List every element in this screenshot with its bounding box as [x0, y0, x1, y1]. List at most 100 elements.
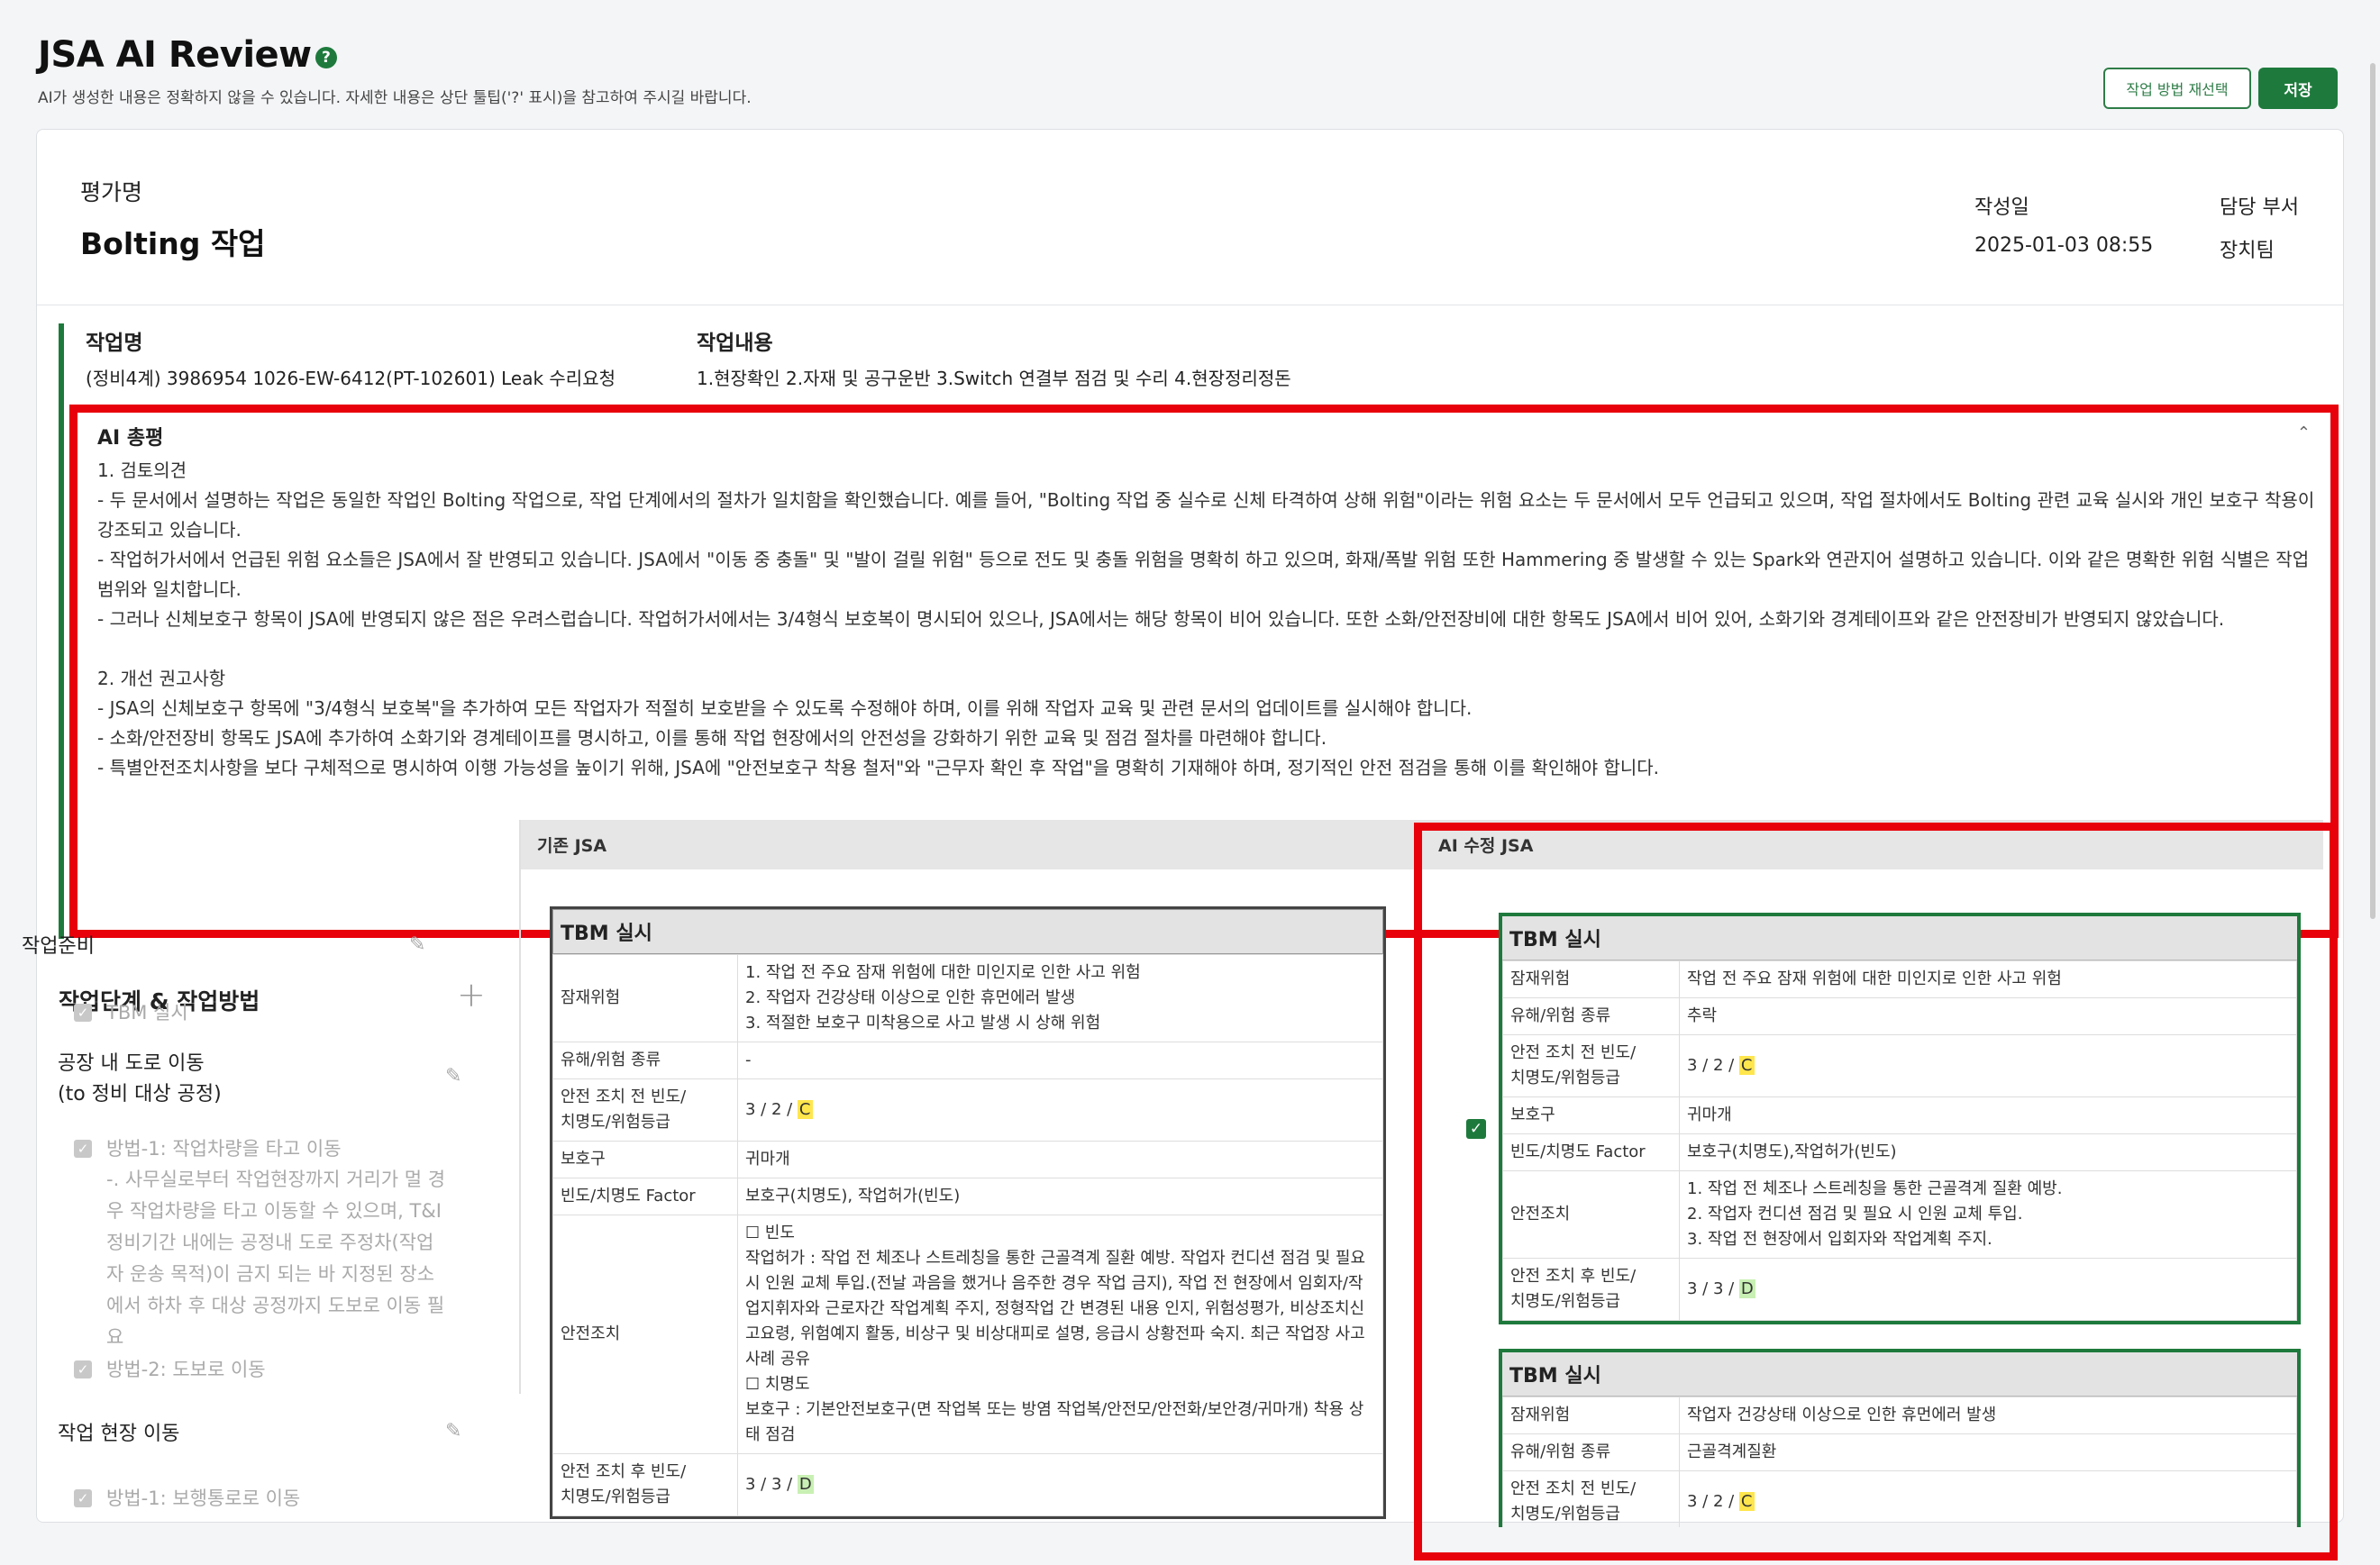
chevron-up-icon[interactable]: ⌃ [2297, 423, 2311, 442]
ai-summary-line: - 특별안전조치사항을 보다 구체적으로 명시하여 이행 가능성을 높이기 위해… [97, 757, 1660, 778]
risk-grade-badge: C [1738, 1056, 1755, 1075]
dept-value: 장치팀 [2220, 240, 2275, 262]
row-value: 1. 작업 전 주요 잠재 위험에 대한 미인지로 인한 사고 위험 2. 작업… [737, 954, 1383, 1042]
row-value: 3 / 2 / C [1679, 1034, 2297, 1097]
date-label: 작성일 [1974, 196, 2029, 219]
row-value: 보호구(치명도),작업허가(빈도) [1679, 1133, 2297, 1171]
stage-label[interactable]: 작업 현장 이동 [58, 1419, 179, 1450]
table-row: 안전조치 ☐ 빈도 작업허가 : 작업 전 체조나 스트레칭을 통한 근골격계 … [552, 1215, 1383, 1454]
row-key: 안전조치 [552, 1215, 738, 1454]
risk-values: 3 / 2 / [1687, 1056, 1739, 1075]
row-key: 보호구 [1502, 1096, 1680, 1134]
method-item[interactable]: ✓ 방법-1: 보행통로로 이동 [74, 1483, 300, 1514]
edit-pencil-icon[interactable]: ✎ [445, 1420, 461, 1442]
row-key: 유해/위험 종류 [552, 1042, 738, 1079]
date-value: 2025-01-03 08:55 [1974, 234, 2154, 257]
row-key: 잠재위험 [552, 954, 738, 1042]
table-row: 잠재위험 1. 작업 전 주요 잠재 위험에 대한 미인지로 인한 사고 위험 … [552, 954, 1383, 1042]
row-key: 안전조치 [1502, 1170, 1680, 1259]
risk-values: 3 / 2 / [1687, 1492, 1739, 1511]
stage-label[interactable]: 작업준비 [22, 932, 95, 962]
edit-pencil-icon[interactable]: ✎ [445, 1065, 461, 1087]
page-subtitle: AI가 생성한 내용은 정확하지 않을 수 있습니다. 자세한 내용은 상단 툴… [38, 89, 752, 107]
table-row: 빈도/치명도 Factor 보호구(치명도),작업허가(빈도) [1502, 1133, 2297, 1171]
checkbox-icon[interactable]: ✓ [74, 1004, 92, 1022]
ai-summary-line: - 두 문서에서 설명하는 작업은 동일한 작업인 Bolting 작업으로, … [97, 489, 2315, 541]
jsa-ai-review-page: JSA AI Review ? AI가 생성한 내용은 정확하지 않을 수 있습… [0, 0, 2380, 1565]
table-row: 안전 조치 후 빈도/ 치명도/위험등급 3 / 3 / D [552, 1453, 1383, 1516]
risk-grade-badge: C [1738, 1492, 1755, 1511]
save-button[interactable]: 저장 [2258, 68, 2338, 109]
job-content-value: 1.현장확인 2.자재 및 공구운반 3.Switch 연결부 점검 및 수리 … [697, 368, 1291, 389]
row-key: 빈도/치명도 Factor [552, 1178, 738, 1215]
table-row: 빈도/치명도 Factor 보호구(치명도), 작업허가(빈도) [552, 1178, 1383, 1215]
method-description: -. 사무실로부터 작업현장까지 거리가 멀 경우 작업차량을 타고 이동할 수… [106, 1169, 446, 1348]
column-divider [519, 820, 521, 1394]
page-title: JSA AI Review ? [38, 34, 337, 76]
risk-values: 3 / 3 / [1687, 1279, 1739, 1298]
checkbox-icon[interactable]: ✓ [74, 1489, 92, 1507]
risk-grade-badge: C [797, 1100, 813, 1119]
ai-summary-line: 1. 검토의견 [97, 459, 187, 481]
row-value: 작업자 건강상태 이상으로 인한 휴먼에러 발생 [1679, 1397, 2297, 1434]
scrollbar[interactable] [2370, 63, 2375, 919]
ai-summary-line: - 작업허가서에서 언급된 위험 요소들은 JSA에서 잘 반영되고 있습니다.… [97, 549, 2310, 600]
row-value: 추락 [1679, 997, 2297, 1035]
ai-summary-gap [97, 634, 2318, 664]
checkbox-icon[interactable]: ✓ [74, 1360, 92, 1378]
table-row: 유해/위험 종류 추락 [1502, 997, 2297, 1035]
row-key: 유해/위험 종류 [1502, 1433, 1680, 1471]
risk-values: 3 / 2 / [745, 1100, 798, 1119]
table-row: 잠재위험 작업자 건강상태 이상으로 인한 휴먼에러 발생 [1502, 1397, 2297, 1434]
method-item[interactable]: ✓ TBM 실시 [74, 997, 188, 1028]
row-value: - [737, 1042, 1383, 1079]
table-row: 안전 조치 전 빈도/ 치명도/위험등급 3 / 2 / C [1502, 1034, 2297, 1097]
table-row: 보호구 귀마개 [1502, 1096, 2297, 1134]
ai-summary-line: - 그러나 신체보호구 항목이 JSA에 반영되지 않은 점은 우려스럽습니다.… [97, 608, 2225, 630]
section-accent-bar [59, 323, 64, 939]
stage-label[interactable]: 공장 내 도로 이동 (to 정비 대상 공정) [58, 1049, 222, 1110]
row-value: 귀마개 [737, 1141, 1383, 1178]
existing-jsa-header: 기존 JSA [521, 820, 1422, 869]
method-item[interactable]: ✓ 방법-2: 도보로 이동 [74, 1354, 266, 1385]
job-name-label: 작업명 [86, 332, 143, 355]
add-icon[interactable]: + [457, 975, 486, 1015]
ai-summary-line: 2. 개선 권고사항 [97, 668, 226, 689]
checkbox-icon[interactable]: ✓ [74, 1140, 92, 1158]
reselect-method-button[interactable]: 작업 방법 재선택 [2103, 68, 2251, 109]
row-value: 귀마개 [1679, 1096, 2297, 1134]
row-value: 3 / 2 / C [737, 1078, 1383, 1142]
row-value: 작업 전 주요 잠재 위험에 대한 미인지로 인한 사고 위험 [1679, 960, 2297, 998]
row-value: 3 / 3 / D [1679, 1258, 2297, 1321]
row-key: 안전 조치 전 빈도/ 치명도/위험등급 [1502, 1470, 1680, 1527]
row-key: 빈도/치명도 Factor [1502, 1133, 1680, 1171]
job-name-value: (정비4계) 3986954 1026-EW-6412(PT-102601) L… [86, 368, 616, 389]
method-label: 방법-2: 도보로 이동 [106, 1359, 266, 1380]
row-value: 3 / 2 / C [1679, 1470, 2297, 1527]
method-label: TBM 실시 [106, 1002, 188, 1024]
row-key: 유해/위험 종류 [1502, 997, 1680, 1035]
edit-pencil-icon[interactable]: ✎ [409, 933, 425, 956]
dept-label: 담당 부서 [2220, 196, 2299, 219]
existing-jsa-table: TBM 실시 잠재위험 1. 작업 전 주요 잠재 위험에 대한 미인지로 인한… [550, 906, 1386, 1519]
jsa-table-title: TBM 실시 [1502, 1352, 2297, 1397]
job-content-label: 작업내용 [697, 332, 773, 355]
method-label: 방법-1: 작업차량을 타고 이동 [106, 1138, 342, 1160]
method-label: 방법-1: 보행통로로 이동 [106, 1488, 301, 1509]
page-title-text: JSA AI Review [38, 34, 312, 76]
ai-jsa-table: TBM 실시 잠재위험 작업자 건강상태 이상으로 인한 휴먼에러 발생 유해/… [1499, 1349, 2301, 1527]
ai-summary-body: 1. 검토의견 - 두 문서에서 설명하는 작업은 동일한 작업인 Boltin… [97, 456, 2318, 783]
table-row: 안전 조치 전 빈도/ 치명도/위험등급 3 / 2 / C [552, 1078, 1383, 1142]
ai-jsa-table: TBM 실시 잠재위험 작업 전 주요 잠재 위험에 대한 미인지로 인한 사고… [1499, 913, 2301, 1324]
help-icon[interactable]: ? [315, 47, 337, 68]
row-key: 잠재위험 [1502, 960, 1680, 998]
row-value: 3 / 3 / D [737, 1453, 1383, 1516]
method-item[interactable]: ✓ 방법-1: 작업차량을 타고 이동 [74, 1133, 342, 1164]
table-row: 안전 조치 후 빈도/ 치명도/위험등급 3 / 3 / D [1502, 1258, 2297, 1321]
row-key: 안전 조치 전 빈도/ 치명도/위험등급 [1502, 1034, 1680, 1097]
table-row: 안전 조치 전 빈도/ 치명도/위험등급 3 / 2 / C [1502, 1470, 2297, 1527]
checkbox-checked-icon[interactable]: ✓ [1466, 1119, 1486, 1139]
risk-grade-badge: D [1738, 1279, 1755, 1298]
row-key: 안전 조치 전 빈도/ 치명도/위험등급 [552, 1078, 738, 1142]
row-value: ☐ 빈도 작업허가 : 작업 전 체조나 스트레칭을 통한 근골격계 질환 예방… [737, 1215, 1383, 1454]
